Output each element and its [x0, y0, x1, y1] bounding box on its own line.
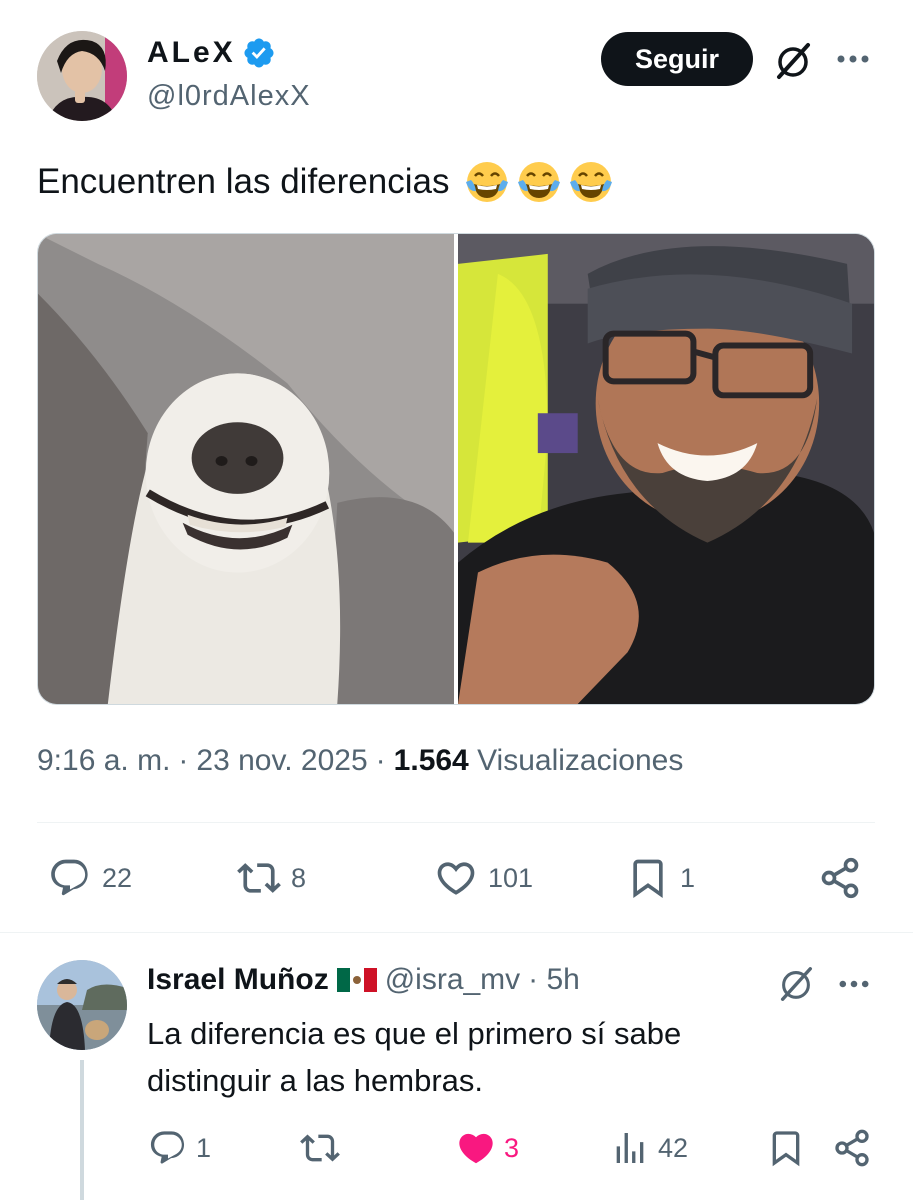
follow-button[interactable]: Seguir — [601, 32, 753, 86]
more-options-icon[interactable] — [834, 970, 874, 998]
reply-count: 22 — [102, 862, 133, 893]
mexico-flag-icon — [336, 968, 377, 992]
reply-button[interactable]: 22 — [48, 856, 132, 900]
reply-author-handle[interactable]: @isra_mv — [385, 963, 520, 997]
heart-filled-icon — [459, 1133, 493, 1164]
reply-like-count: 3 — [504, 1132, 520, 1163]
reply-time[interactable]: · 5h — [528, 963, 580, 997]
reply-icon — [51, 859, 88, 896]
reply-icon — [150, 1131, 185, 1164]
repost-button[interactable]: 8 — [237, 856, 306, 900]
reply-views-count: 42 — [658, 1132, 689, 1163]
heart-icon — [437, 862, 475, 895]
grok-icon[interactable] — [772, 40, 814, 82]
share-button[interactable] — [818, 856, 862, 900]
reply-reply-count: 1 — [196, 1132, 212, 1163]
reply-views-button[interactable]: 42 — [610, 1128, 688, 1168]
media-photo-man[interactable] — [458, 234, 874, 704]
grok-icon[interactable] — [776, 964, 816, 1004]
repost-icon — [237, 863, 281, 893]
tears-of-joy-emoji-icon — [466, 162, 509, 202]
tweet-meta: 9:16 a. m. · 23 nov. 2025 · 1.564 Visual… — [37, 744, 683, 778]
like-count: 101 — [488, 862, 534, 893]
reply-reply-button[interactable]: 1 — [148, 1128, 211, 1168]
reply-repost-button[interactable] — [300, 1128, 340, 1168]
more-options-icon[interactable] — [832, 44, 874, 74]
divider — [0, 932, 913, 933]
meta-separator: · — [375, 744, 386, 777]
reply-header: Israel Muñoz @isra_mv · 5h — [147, 963, 580, 997]
bookmark-icon — [772, 1131, 800, 1167]
tweet-text: Encuentren las diferencias — [37, 162, 450, 201]
verified-badge-icon — [244, 38, 274, 68]
like-button[interactable]: 101 — [434, 856, 533, 900]
views-label: Visualizaciones — [477, 744, 684, 777]
media-photo-dog[interactable] — [38, 234, 454, 704]
bookmark-button[interactable]: 1 — [626, 856, 695, 900]
tweet-date[interactable]: 23 nov. 2025 — [196, 744, 367, 778]
author-display-name[interactable]: ALeX — [147, 36, 236, 70]
reply-bookmark-button[interactable] — [766, 1128, 806, 1168]
reply-like-button[interactable]: 3 — [456, 1128, 519, 1168]
tweet-text-row: Encuentren las diferencias — [37, 158, 615, 206]
tears-of-joy-emoji-icon — [570, 162, 613, 202]
reply-author-avatar[interactable] — [37, 960, 127, 1050]
thread-line — [80, 1060, 84, 1200]
bookmark-icon — [633, 859, 663, 899]
meta-separator: · — [178, 744, 189, 777]
share-icon — [821, 857, 859, 899]
media-grid — [37, 233, 875, 705]
analytics-icon — [616, 1133, 644, 1163]
share-icon — [835, 1129, 869, 1167]
repost-icon — [300, 1134, 340, 1162]
bookmark-count: 1 — [680, 862, 696, 893]
reply-share-button[interactable] — [832, 1128, 872, 1168]
tweet-time[interactable]: 9:16 a. m. — [37, 744, 170, 778]
tears-of-joy-emoji-icon — [518, 162, 561, 202]
reply-author-name[interactable]: Israel Muñoz — [147, 963, 329, 997]
author-display-name-row[interactable]: ALeX — [147, 36, 276, 70]
views-count: 1.564 — [393, 744, 469, 777]
author-avatar[interactable] — [37, 31, 127, 121]
repost-count: 8 — [291, 862, 307, 893]
author-handle[interactable]: @l0rdAlexX — [147, 80, 311, 113]
divider — [37, 822, 875, 823]
reply-text: La diferencia es que el primero sí sabe … — [147, 1016, 682, 1098]
